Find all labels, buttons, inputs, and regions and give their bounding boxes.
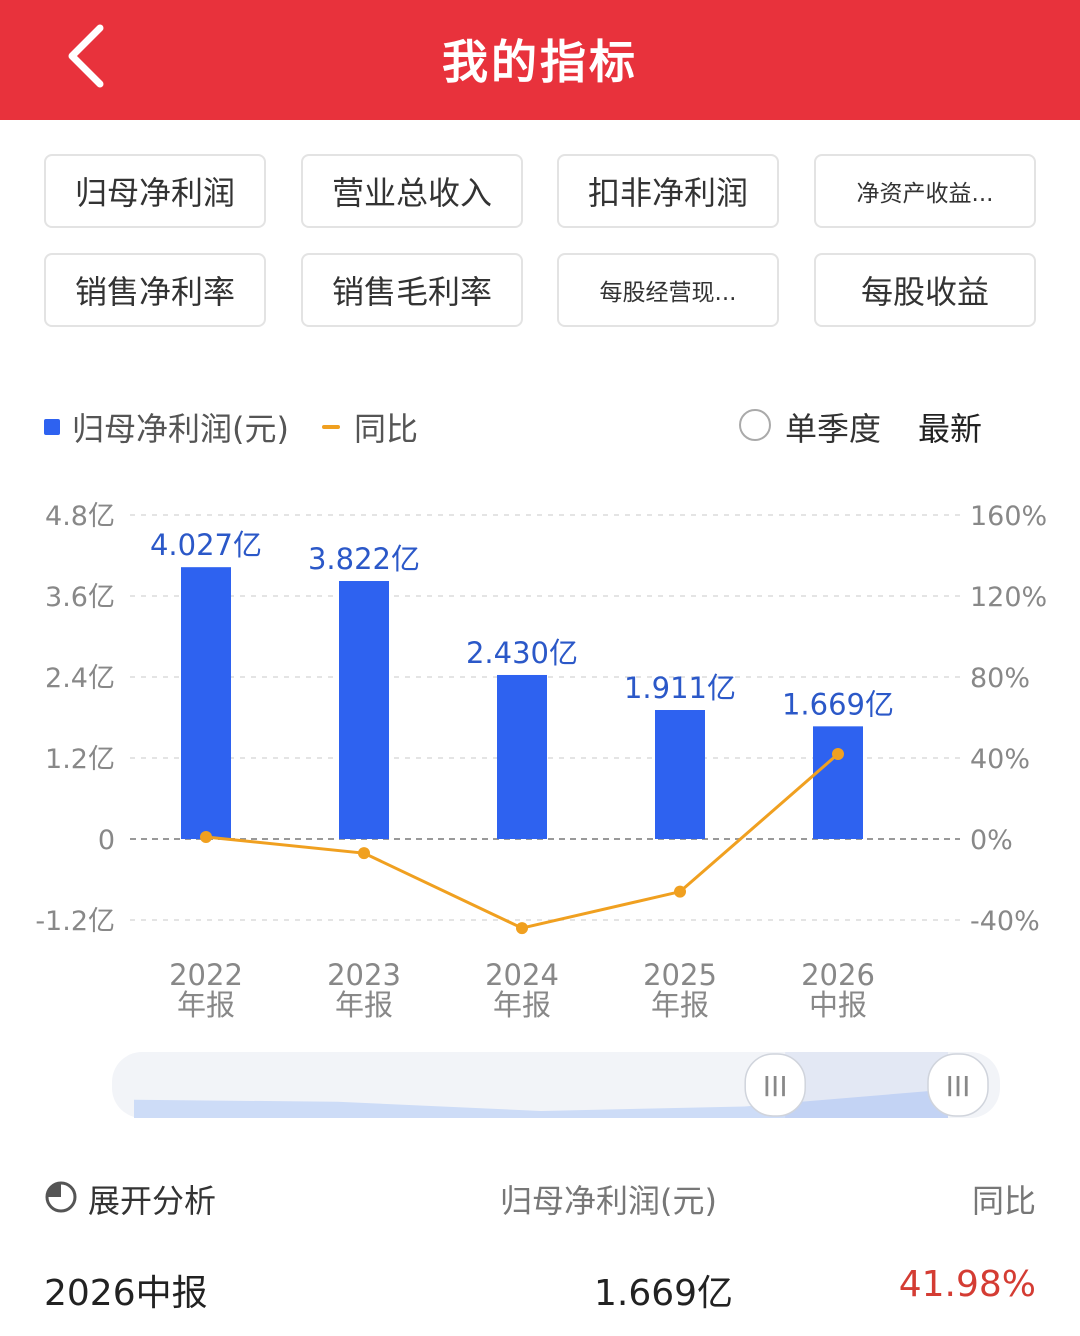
expand-analysis-button[interactable]: 展开分析 bbox=[88, 1176, 216, 1222]
x-tick-label: 年报 bbox=[177, 988, 235, 1022]
tab-eps[interactable]: 每股收益 bbox=[814, 253, 1036, 327]
y-left-tick-label: -1.2亿 bbox=[35, 906, 115, 937]
quarter-toggle-label[interactable]: 单季度 bbox=[785, 404, 881, 450]
column-header-value: 归母净利润(元) bbox=[500, 1182, 717, 1220]
bar bbox=[497, 674, 547, 839]
bar bbox=[339, 581, 389, 839]
y-left-tick-label: 4.8亿 bbox=[45, 501, 115, 532]
bar bbox=[655, 710, 705, 839]
bar-value-label: 1.911亿 bbox=[624, 671, 736, 705]
x-tick-label: 年报 bbox=[335, 988, 393, 1022]
y-right-tick-label: 0% bbox=[970, 825, 1013, 856]
x-tick-label: 年报 bbox=[651, 988, 709, 1022]
yoy-point bbox=[516, 922, 528, 935]
latest-button[interactable]: 最新 bbox=[918, 404, 982, 450]
legend-line-swatch bbox=[322, 425, 340, 429]
grip-icon: III bbox=[763, 1070, 788, 1103]
bar-value-label: 3.822亿 bbox=[308, 542, 420, 576]
net-profit-chart: 4.8亿 160% 3.6亿 120% 2.4亿 80% 1.2亿 40% 0 0% -1.2亿 -4… bbox=[35, 501, 1047, 1118]
legend-bar-swatch bbox=[44, 419, 60, 435]
y-left-tick-label: 0 bbox=[98, 825, 115, 856]
pie-chart-icon bbox=[45, 1181, 77, 1213]
legend-bar-label: 归母净利润(元) bbox=[72, 410, 289, 448]
tab-total-revenue[interactable]: 营业总收入 bbox=[301, 154, 523, 228]
tab-roe[interactable]: 净资产收益... bbox=[814, 154, 1036, 228]
row-period: 2026中报 bbox=[44, 1273, 208, 1314]
x-tick-label: 2022 bbox=[169, 958, 243, 992]
y-left-tick-label: 3.6亿 bbox=[45, 582, 115, 613]
yoy-point bbox=[674, 885, 686, 898]
tab-net-margin[interactable]: 销售净利率 bbox=[44, 253, 266, 327]
yoy-point bbox=[200, 830, 212, 843]
bar-value-label: 1.669亿 bbox=[782, 687, 894, 721]
row-value: 1.669亿 bbox=[594, 1273, 734, 1314]
legend-line-label: 同比 bbox=[354, 410, 419, 448]
bar bbox=[813, 726, 863, 839]
column-header-yoy: 同比 bbox=[971, 1182, 1036, 1220]
range-slider-selection bbox=[785, 1052, 948, 1118]
yoy-point bbox=[832, 747, 844, 760]
y-left-tick-label: 2.4亿 bbox=[45, 663, 115, 694]
legend-series-line: 同比 bbox=[322, 404, 418, 450]
legend-series-bar: 归母净利润(元) bbox=[44, 404, 289, 450]
y-right-tick-label: 80% bbox=[970, 663, 1030, 694]
x-tick-label: 2025 bbox=[643, 958, 717, 992]
tab-operating-cashflow-per-share[interactable]: 每股经营现... bbox=[557, 253, 779, 327]
bar bbox=[181, 567, 231, 839]
page-title: 我的指标 bbox=[442, 35, 638, 89]
x-tick-label: 中报 bbox=[809, 988, 867, 1022]
x-tick-label: 年报 bbox=[493, 988, 551, 1022]
x-tick-label: 2023 bbox=[327, 958, 401, 992]
tab-deducted-net-profit[interactable]: 扣非净利润 bbox=[557, 154, 779, 228]
y-right-tick-label: -40% bbox=[970, 906, 1040, 937]
bar-value-label: 4.027亿 bbox=[150, 528, 262, 562]
y-left-tick-label: 1.2亿 bbox=[45, 744, 115, 775]
yoy-point bbox=[358, 847, 370, 860]
tab-net-profit-parent[interactable]: 归母净利润 bbox=[44, 154, 266, 228]
bar-value-label: 2.430亿 bbox=[466, 636, 578, 670]
tab-gross-margin[interactable]: 销售毛利率 bbox=[301, 253, 523, 327]
y-right-tick-label: 40% bbox=[970, 744, 1030, 775]
grip-icon: III bbox=[946, 1070, 971, 1103]
y-right-tick-label: 120% bbox=[970, 582, 1047, 613]
quarter-radio[interactable] bbox=[739, 409, 771, 441]
y-right-tick-label: 160% bbox=[970, 501, 1047, 532]
x-tick-label: 2024 bbox=[485, 958, 559, 992]
top-bar: 我的指标 bbox=[0, 0, 1080, 120]
x-tick-label: 2026 bbox=[801, 958, 875, 992]
row-yoy: 41.98% bbox=[898, 1264, 1036, 1305]
